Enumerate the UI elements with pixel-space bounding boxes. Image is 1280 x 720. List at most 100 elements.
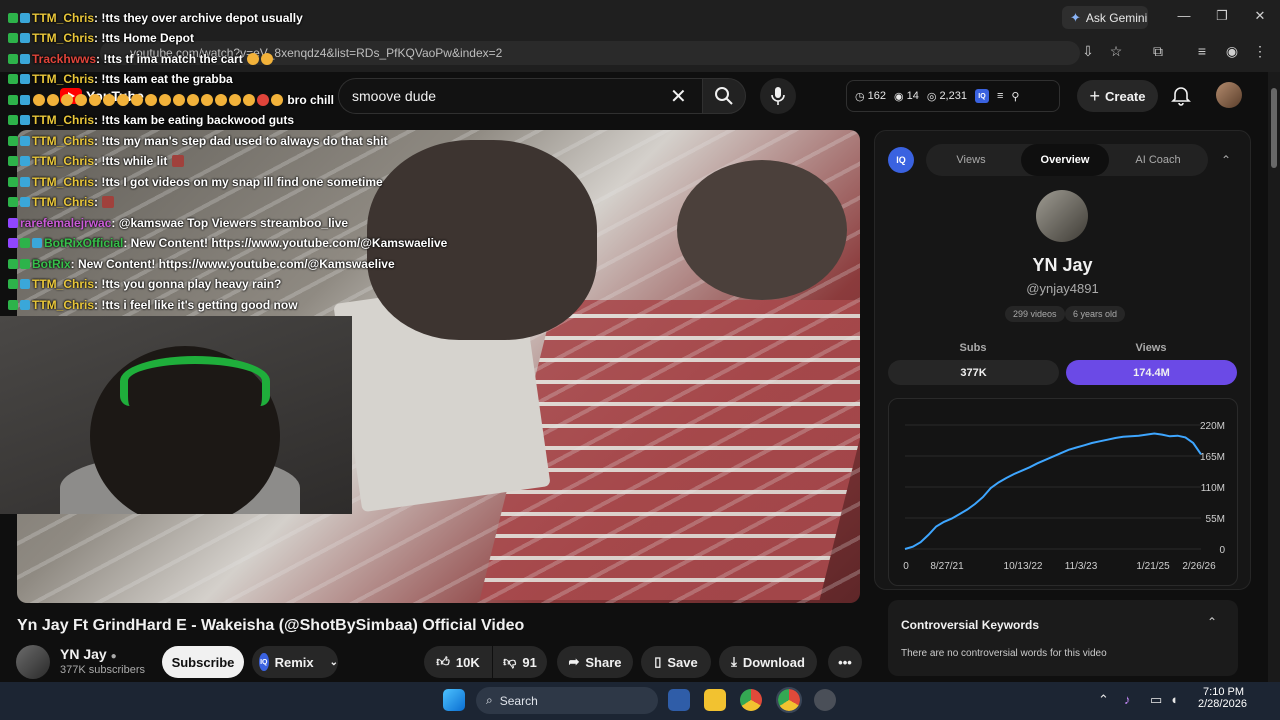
x-tick-label: 0 xyxy=(903,561,909,572)
search-value[interactable]: smoove dude xyxy=(352,88,436,104)
stat-a-value: 162 xyxy=(867,90,886,102)
webcam-overlay xyxy=(0,316,352,514)
badge-icon xyxy=(8,74,18,84)
remix-button[interactable]: IQ Remix ⌄ xyxy=(252,646,338,678)
extensions-icon[interactable]: ⧉ xyxy=(1148,43,1168,60)
badge-icon xyxy=(8,279,18,289)
ask-gemini-button[interactable]: ✦ Ask Gemini xyxy=(1062,6,1148,29)
create-button[interactable]: + Create xyxy=(1077,80,1158,112)
x-tick-label: 1/21/25 xyxy=(1136,561,1170,572)
subscriber-count: 377K subscribers xyxy=(60,664,145,676)
clear-search-icon[interactable]: ✕ xyxy=(670,84,687,109)
more-icon: ••• xyxy=(838,654,852,670)
views-chart: 0 55M 110M 165M 220M 0 8/27/21 10/13/22 11/3/23 1… xyxy=(888,398,1238,586)
tab-views[interactable]: Views xyxy=(926,144,1016,176)
start-icon[interactable] xyxy=(443,689,465,711)
emote-icon xyxy=(171,155,184,167)
badge-icon xyxy=(8,136,18,146)
store-icon[interactable] xyxy=(668,689,690,711)
chevron-up-icon[interactable]: ⌃ xyxy=(1202,612,1222,632)
badge-icon xyxy=(20,115,30,125)
maximize-icon[interactable]: ❐ xyxy=(1210,8,1234,24)
list-icon[interactable]: ≡ xyxy=(997,90,1003,102)
bookmark-star-icon[interactable]: ☆ xyxy=(1106,43,1126,60)
badge-icon xyxy=(32,238,42,248)
media-icon[interactable]: ≡ xyxy=(1192,43,1212,59)
more-actions-button[interactable]: ••• xyxy=(828,646,862,678)
badge-icon xyxy=(8,95,18,105)
emote-icon xyxy=(201,94,213,106)
verified-icon: ● xyxy=(110,651,117,662)
tray-chevron-icon[interactable]: ⌃ xyxy=(1098,692,1109,708)
taskbar-search[interactable]: ⌕ Search xyxy=(476,687,658,714)
like-button[interactable]: 👍︎ 10K xyxy=(424,646,492,678)
panel-channel-handle: @ynjay4891 xyxy=(1026,281,1099,296)
badge-icon xyxy=(20,300,30,310)
badge-icon xyxy=(8,300,18,310)
views-series-line xyxy=(904,432,1202,550)
tab-overview[interactable]: Overview xyxy=(1021,144,1109,176)
channel-avatar[interactable] xyxy=(16,645,50,679)
obs-icon[interactable] xyxy=(814,689,836,711)
emote-icon xyxy=(131,94,143,106)
y-tick-label: 110M xyxy=(1201,483,1225,494)
tab-ai-coach[interactable]: AI Coach xyxy=(1112,144,1204,176)
taskbar-clock[interactable]: 7:10 PM 2/28/2026 xyxy=(1198,686,1247,710)
vidiq-stats-bar[interactable]: ◷ 162 ◉ 14 ◎ 2,231 IQ ≡ ⚲ xyxy=(846,80,1060,112)
menu-icon[interactable]: ⋮ xyxy=(1250,43,1270,60)
clock-icon: ◷ xyxy=(855,90,865,103)
stat-c-value: 2,231 xyxy=(939,90,967,102)
vidiq-icon[interactable]: IQ xyxy=(974,89,989,103)
collapse-chevron-icon[interactable]: ⌃ xyxy=(1214,144,1238,176)
install-icon[interactable]: ⇩ xyxy=(1078,43,1098,60)
views-chart-svg: 0 55M 110M 165M 220M 0 8/27/21 10/13/22 11/3/23 1… xyxy=(903,421,1225,572)
emote-icon xyxy=(243,94,255,106)
video-count-badge: 299 videos xyxy=(1005,306,1065,322)
account-avatar[interactable] xyxy=(1216,82,1242,108)
subs-value[interactable]: 377K xyxy=(888,360,1059,385)
y-tick-label: 0 xyxy=(1219,545,1225,556)
chat-line: Trackhwws: !tts tf ima match the cart xyxy=(8,52,274,66)
video-frame-hand-2 xyxy=(677,160,847,300)
download-button[interactable]: ⤓ Download xyxy=(719,646,817,678)
emote-icon xyxy=(187,94,199,106)
views-value[interactable]: 174.4M xyxy=(1066,360,1237,385)
x-tick-label: 11/3/23 xyxy=(1065,561,1098,572)
chrome-icon[interactable] xyxy=(740,689,762,711)
network-icon[interactable]: ▭ xyxy=(1150,692,1162,708)
bell-icon[interactable] xyxy=(1170,85,1192,107)
eye-icon: ◉ xyxy=(893,90,904,103)
save-button[interactable]: ▯ Save xyxy=(641,646,711,678)
plus-icon: + xyxy=(1089,85,1101,106)
chrome-active-icon[interactable] xyxy=(776,687,802,713)
close-window-icon[interactable]: ✕ xyxy=(1248,8,1272,24)
scrollbar-thumb[interactable] xyxy=(1271,88,1277,168)
minimize-icon[interactable]: — xyxy=(1172,8,1196,23)
search-button[interactable] xyxy=(702,78,746,114)
profile-icon[interactable]: ◉ xyxy=(1222,43,1242,60)
emote-icon xyxy=(173,94,185,106)
headset-graphic xyxy=(120,356,270,406)
badge-icon xyxy=(20,177,30,187)
voice-search-button[interactable] xyxy=(760,78,796,114)
volume-icon[interactable]: ◖ xyxy=(1170,692,1178,707)
file-explorer-icon[interactable] xyxy=(704,689,726,711)
dislike-button[interactable]: 👎︎ 91 xyxy=(493,646,547,678)
chat-line: TTM_Chris: xyxy=(8,195,115,209)
cheers-icon[interactable]: ⚲ xyxy=(1011,90,1019,103)
vidiq-logo-icon[interactable]: IQ xyxy=(888,147,914,173)
heart-icon xyxy=(257,94,269,106)
badge-icon xyxy=(20,74,30,84)
channel-name-text[interactable]: YN Jay xyxy=(60,646,107,662)
mic-tray-icon[interactable]: ♪ xyxy=(1124,692,1131,707)
channel-name[interactable]: YN Jay ● xyxy=(60,646,117,662)
badge-icon xyxy=(20,136,30,146)
chevron-down-icon: ⌄ xyxy=(329,656,338,668)
search-icon: ⌕ xyxy=(486,693,493,707)
chat-line: TTM_Chris: !tts while lit xyxy=(8,154,185,168)
subscribe-button[interactable]: Subscribe xyxy=(162,646,244,678)
panel-channel-avatar xyxy=(1036,190,1088,242)
emote-icon xyxy=(102,196,115,208)
badge-icon xyxy=(8,238,18,248)
share-button[interactable]: ➦ Share xyxy=(557,646,633,678)
